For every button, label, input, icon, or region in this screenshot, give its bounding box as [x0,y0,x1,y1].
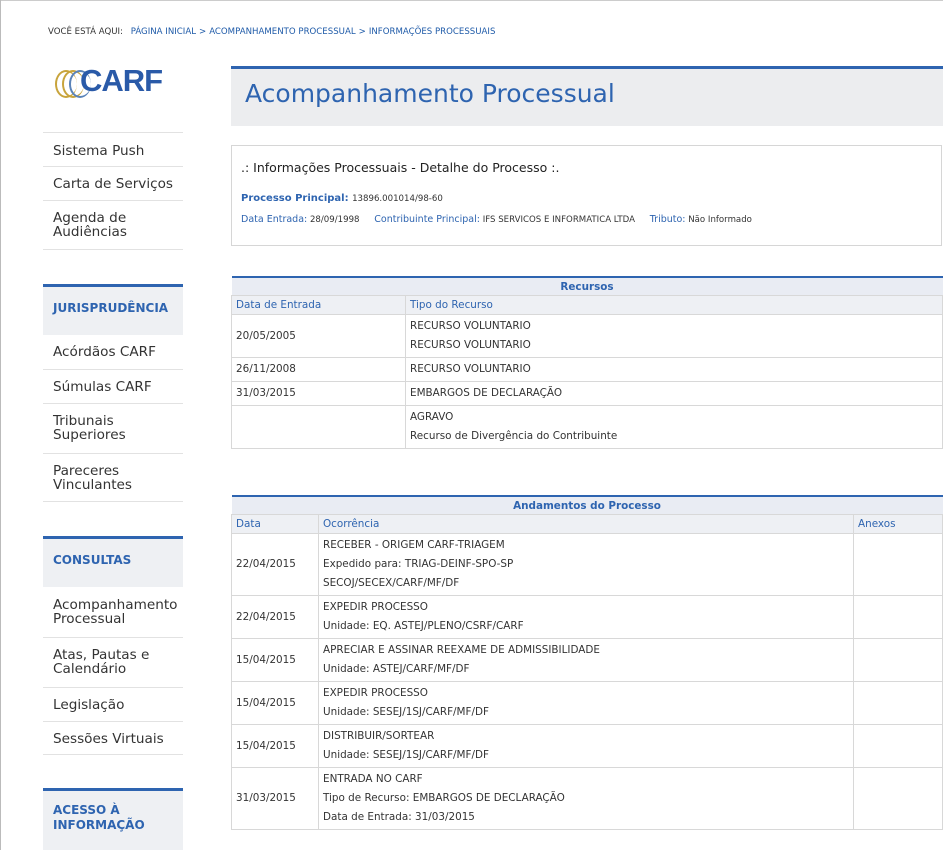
sidebar-item-atas-pautas[interactable]: Atas, Pautas e Calendário [43,637,183,687]
table-row: 26/11/2008 RECURSO VOLUNTARIO [231,357,943,382]
process-info-box: .: Informações Processuais - Detalhe do … [231,145,942,246]
andamento-anexos [853,533,943,596]
andamentos-table-title: Andamentos do Processo [231,495,943,515]
page-header: Acompanhamento Processual [231,66,943,126]
data-entrada-label: Data Entrada: [241,214,308,225]
cell-line: Expedido para: TRIAG-DEINF-SPO-SP [323,558,514,570]
cell-line: Unidade: EQ. ASTEJ/PLENO/CSRF/CARF [323,620,524,632]
cell-line: EXPEDIR PROCESSO [323,601,428,613]
recursos-header-tipo: Tipo do Recurso [405,295,943,315]
andamento-ocorrencia: ENTRADA NO CARF Tipo de Recurso: EMBARGOS… [318,767,854,830]
sidebar-section-consultas[interactable]: CONSULTAS [43,536,183,587]
recurso-tipo: AGRAVO Recurso de Divergência do Contribu… [405,405,943,449]
sidebar-item-sessoes-virtuais[interactable]: Sessões Virtuais [43,721,183,755]
recursos-table-title: Recursos [231,276,943,296]
cell-line: Unidade: SESEJ/1SJ/CARF/MF/DF [323,706,489,718]
andamento-anexos [853,767,943,830]
andamentos-header-anexos: Anexos [853,514,943,534]
andamento-date: 15/04/2015 [231,724,319,768]
andamentos-table: Andamentos do Processo Data Ocorrência A… [231,495,943,830]
sidebar-item-sumulas[interactable]: Súmulas CARF [43,369,183,403]
cell-line: SECOJ/SECEX/CARF/MF/DF [323,577,460,589]
page-title: Acompanhamento Processual [245,79,615,108]
sidebar-item-sistema-push[interactable]: Sistema Push [43,132,183,166]
cell-line: RECURSO VOLUNTARIO [410,320,531,332]
recurso-date: 31/03/2015 [231,381,406,406]
andamento-ocorrencia: RECEBER - ORIGEM CARF-TRIAGEM Expedido pa… [318,533,854,596]
contribuinte-label: Contribuinte Principal: [374,214,480,225]
sidebar-item-pareceres[interactable]: Pareceres Vinculantes [43,453,183,502]
window-left-border [0,0,1,850]
processo-principal-label: Processo Principal: [241,193,349,204]
cell-line: Unidade: ASTEJ/CARF/MF/DF [323,663,470,675]
table-row: 22/04/2015 RECEBER - ORIGEM CARF-TRIAGEM E… [231,533,943,596]
table-row: 22/04/2015 EXPEDIR PROCESSO Unidade: EQ. A… [231,595,943,639]
sidebar-section-jurisprudencia[interactable]: JURISPRUDÊNCIA [43,284,183,335]
recurso-tipo: EMBARGOS DE DECLARAÇÃO [405,381,943,406]
recurso-date: 20/05/2005 [231,314,406,358]
andamento-date: 15/04/2015 [231,681,319,725]
andamento-ocorrencia: APRECIAR E ASSINAR REEXAME DE ADMISSIBIL… [318,638,854,682]
sidebar-item-acordaos[interactable]: Acórdãos CARF [43,335,183,369]
process-details-row: Data Entrada: 28/09/1998 Contribuinte Pr… [241,214,752,225]
cell-line: Recurso de Divergência do Contribuinte [410,430,618,442]
cell-line: EXPEDIR PROCESSO [323,687,428,699]
recurso-date: 26/11/2008 [231,357,406,382]
table-row: 31/03/2015 ENTRADA NO CARF Tipo de Recurso… [231,767,943,830]
andamento-anexos [853,681,943,725]
andamento-anexos [853,595,943,639]
cell-line: Tipo de Recurso: EMBARGOS DE DECLARAÇÃO [323,792,565,804]
andamento-ocorrencia: DISTRIBUIR/SORTEAR Unidade: SESEJ/1SJ/CAR… [318,724,854,768]
tributo-label: Tributo: [649,214,686,225]
andamento-date: 31/03/2015 [231,767,319,830]
cell-line: DISTRIBUIR/SORTEAR [323,730,435,742]
processo-principal-value: 13896.001014/98-60 [352,194,443,204]
andamento-date: 22/04/2015 [231,595,319,639]
table-row: 31/03/2015 EMBARGOS DE DECLARAÇÃO [231,381,943,406]
cell-line: Data de Entrada: 31/03/2015 [323,811,475,823]
recursos-table: Recursos Data de Entrada Tipo do Recurso… [231,276,943,449]
processo-principal: Processo Principal: 13896.001014/98-60 [241,193,443,204]
breadcrumb-link-current[interactable]: INFORMAÇÕES PROCESSUAIS [369,27,496,37]
cell-line: EMBARGOS DE DECLARAÇÃO [410,387,563,399]
andamentos-header-ocorrencia: Ocorrência [318,514,854,534]
data-entrada-value: 28/09/1998 [309,215,360,225]
table-row: 20/05/2005 RECURSO VOLUNTARIO RECURSO VOLU… [231,314,943,358]
sidebar-section-acesso-informacao[interactable]: ACESSO À INFORMAÇÃO [43,788,183,850]
process-info-title: .: Informações Processuais - Detalhe do … [241,160,560,175]
cell-line: RECURSO VOLUNTARIO [410,363,531,375]
recurso-date [231,405,406,449]
sidebar-item-acompanhamento[interactable]: Acompanhamento Processual [43,587,183,637]
recurso-tipo: RECURSO VOLUNTARIO [405,357,943,382]
cell-line: Unidade: SESEJ/1SJ/CARF/MF/DF [323,749,489,761]
sidebar-item-tribunais[interactable]: Tribunais Superiores [43,403,183,453]
andamento-date: 15/04/2015 [231,638,319,682]
sidebar-item-agenda-audiencias[interactable]: Agenda de Audiências [43,200,183,250]
andamento-anexos [853,724,943,768]
table-row: 15/04/2015 DISTRIBUIR/SORTEAR Unidade: SES… [231,724,943,768]
cell-line: RECURSO VOLUNTARIO [410,339,531,351]
sidebar-item-carta-servicos[interactable]: Carta de Serviços [43,166,183,200]
breadcrumb-separator: > [358,27,366,37]
cell-line: APRECIAR E ASSINAR REEXAME DE ADMISSIBIL… [323,644,600,656]
andamentos-header-data: Data [231,514,319,534]
recurso-tipo: RECURSO VOLUNTARIO RECURSO VOLUNTARIO [405,314,943,358]
table-row: 15/04/2015 APRECIAR E ASSINAR REEXAME DE … [231,638,943,682]
breadcrumb-separator: > [198,27,207,37]
cell-line: ENTRADA NO CARF [323,773,423,785]
table-row: AGRAVO Recurso de Divergência do Contribu… [231,405,943,449]
breadcrumb-link-acompanhamento[interactable]: ACOMPANHAMENTO PROCESSUAL [209,27,355,37]
andamento-anexos [853,638,943,682]
recursos-header-data: Data de Entrada [231,295,406,315]
sidebar: Sistema Push Carta de Serviços Agenda de… [43,0,183,850]
table-row: 15/04/2015 EXPEDIR PROCESSO Unidade: SESEJ… [231,681,943,725]
andamento-ocorrencia: EXPEDIR PROCESSO Unidade: SESEJ/1SJ/CARF/… [318,681,854,725]
andamento-date: 22/04/2015 [231,533,319,596]
cell-line: AGRAVO [410,411,454,423]
contribuinte-value: IFS SERVICOS E INFORMATICA LTDA [482,215,636,225]
andamento-ocorrencia: EXPEDIR PROCESSO Unidade: EQ. ASTEJ/PLENO… [318,595,854,639]
tributo-value: Não Informado [688,215,752,225]
sidebar-item-legislacao[interactable]: Legislação [43,687,183,721]
cell-line: RECEBER - ORIGEM CARF-TRIAGEM [323,539,505,551]
